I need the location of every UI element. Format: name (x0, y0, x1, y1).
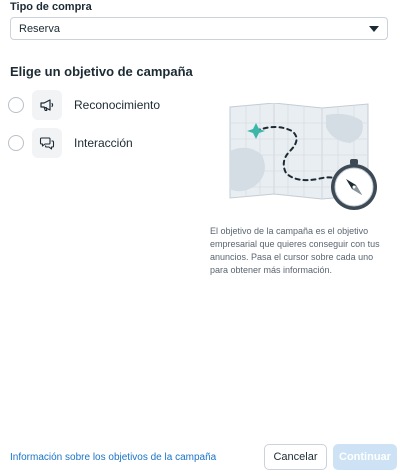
objective-description: El objetivo de la campaña es el objetivo… (210, 226, 380, 275)
megaphone-icon (32, 90, 62, 120)
objective-label-reconocimiento: Reconocimiento (74, 98, 161, 112)
purchase-type-label: Tipo de compra (10, 1, 92, 13)
chat-bubbles-icon (32, 128, 62, 158)
continue-button[interactable]: Continuar (333, 444, 397, 470)
objectives-info-link[interactable]: Información sobre los objetivos de la ca… (10, 452, 216, 463)
map-compass-illustration (226, 102, 380, 215)
objective-option-reconocimiento[interactable]: Reconocimiento (8, 89, 198, 121)
cancel-button[interactable]: Cancelar (264, 444, 327, 470)
objective-label-interaccion: Interacción (74, 136, 133, 150)
purchase-type-value: Reserva (19, 22, 60, 35)
radio-interaccion[interactable] (8, 135, 24, 151)
objective-section-title: Elige un objetivo de campaña (10, 64, 193, 79)
caret-down-icon (369, 26, 379, 32)
objective-option-interaccion[interactable]: Interacción (8, 127, 198, 159)
radio-reconocimiento[interactable] (8, 97, 24, 113)
purchase-type-select[interactable]: Reserva (10, 17, 388, 40)
